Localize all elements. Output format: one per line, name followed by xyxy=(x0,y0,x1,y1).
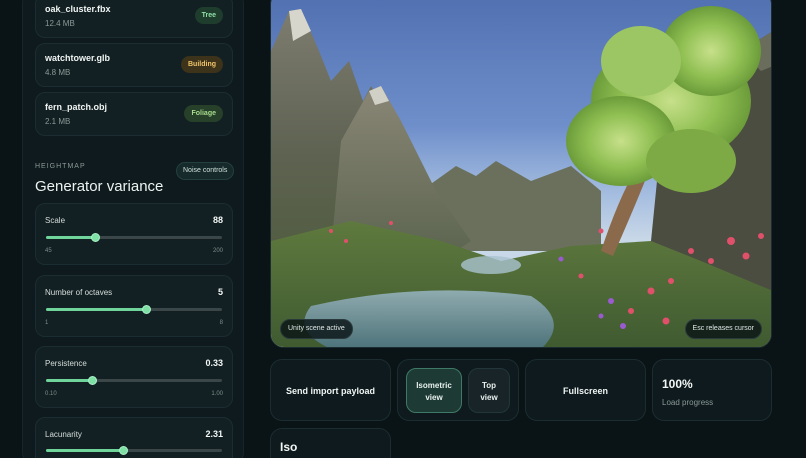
asset-name: fern_patch.obj xyxy=(45,102,108,112)
slider-value: 88 xyxy=(212,215,223,225)
slider-label: Lacunarity xyxy=(45,430,82,439)
fullscreen-label: Fullscreen xyxy=(562,386,609,396)
top-view-button[interactable]: Top view xyxy=(468,368,510,413)
isometric-view-label: Isometric view xyxy=(416,381,452,402)
isometric-view-button[interactable]: Isometric view xyxy=(406,368,462,413)
slider-value: 0.33 xyxy=(205,358,223,368)
send-payload-button[interactable]: Send import payload xyxy=(270,359,391,421)
slider-fill xyxy=(46,379,92,382)
slider-min: 0.10 xyxy=(45,391,57,397)
slider-track[interactable] xyxy=(46,446,222,455)
slider-value: 2.31 xyxy=(205,429,223,439)
send-payload-label: Send import payload xyxy=(285,386,375,396)
fullscreen-button[interactable]: Fullscreen xyxy=(525,359,646,421)
asset-item-watchtower[interactable]: watchtower.glb 4.8 MB Building xyxy=(35,43,233,87)
terrain-scene xyxy=(271,6,771,347)
slider-track[interactable] xyxy=(46,305,222,314)
section-title: Generator variance xyxy=(35,178,164,195)
asset-tag-badge: Tree xyxy=(194,7,223,24)
asset-size: 12.4 MB xyxy=(45,19,75,28)
asset-sidebar: oak_cluster.fbx 12.4 MB Tree watchtower.… xyxy=(22,0,244,458)
slider-min: 1 xyxy=(45,320,49,326)
asset-item-fern[interactable]: fern_patch.obj 2.1 MB Foliage xyxy=(35,92,233,136)
slider-octaves: Number of octaves 5 1 8 xyxy=(35,275,233,337)
slider-lacunarity: Lacunarity 2.31 xyxy=(35,417,233,458)
progress-label: Load progress xyxy=(662,398,714,407)
slider-thumb[interactable] xyxy=(142,305,152,314)
slider-track[interactable] xyxy=(46,233,222,242)
section-kicker: HEIGHTMAP xyxy=(35,163,86,170)
asset-name: watchtower.glb xyxy=(45,53,111,63)
top-view-label: Top view xyxy=(480,381,498,402)
view-mode-card: Iso xyxy=(270,428,391,458)
asset-tag-badge: Building xyxy=(181,56,223,73)
slider-label: Persistence xyxy=(45,359,87,368)
slider-thumb[interactable] xyxy=(91,233,101,242)
slider-fill xyxy=(46,308,147,311)
slider-label: Scale xyxy=(45,216,66,225)
slider-max: 1.00 xyxy=(211,391,223,397)
slider-track[interactable] xyxy=(46,376,222,385)
asset-size: 4.8 MB xyxy=(45,68,71,77)
slider-fill xyxy=(46,449,124,452)
asset-size: 2.1 MB xyxy=(45,117,71,126)
slider-max: 200 xyxy=(212,248,223,254)
slider-value: 5 xyxy=(217,287,223,297)
slider-thumb[interactable] xyxy=(87,376,97,385)
slider-label: Number of octaves xyxy=(45,288,113,297)
noise-controls-button[interactable]: Noise controls xyxy=(176,162,235,180)
unity-scene-viewport[interactable]: Unity scene active Esc releases cursor xyxy=(270,0,772,348)
slider-persistence: Persistence 0.33 0.10 1.00 xyxy=(35,346,233,408)
load-progress-card: 100% Load progress xyxy=(652,359,772,421)
asset-tag-badge: Foliage xyxy=(184,105,223,122)
cursor-hint-pill: Esc releases cursor xyxy=(684,319,762,339)
asset-item-oak[interactable]: oak_cluster.fbx 12.4 MB Tree xyxy=(35,0,233,38)
slider-fill xyxy=(46,236,96,239)
view-mode-label: Iso xyxy=(280,440,298,454)
progress-value: 100% xyxy=(662,377,693,391)
slider-max: 8 xyxy=(219,320,223,326)
asset-name: oak_cluster.fbx xyxy=(45,4,111,14)
slider-scale: Scale 88 45 200 xyxy=(35,203,233,265)
view-toggle-group: Isometric view Top view xyxy=(397,359,519,421)
slider-min: 45 xyxy=(45,248,52,254)
scene-status-pill: Unity scene active xyxy=(280,319,353,339)
slider-thumb[interactable] xyxy=(119,446,129,455)
